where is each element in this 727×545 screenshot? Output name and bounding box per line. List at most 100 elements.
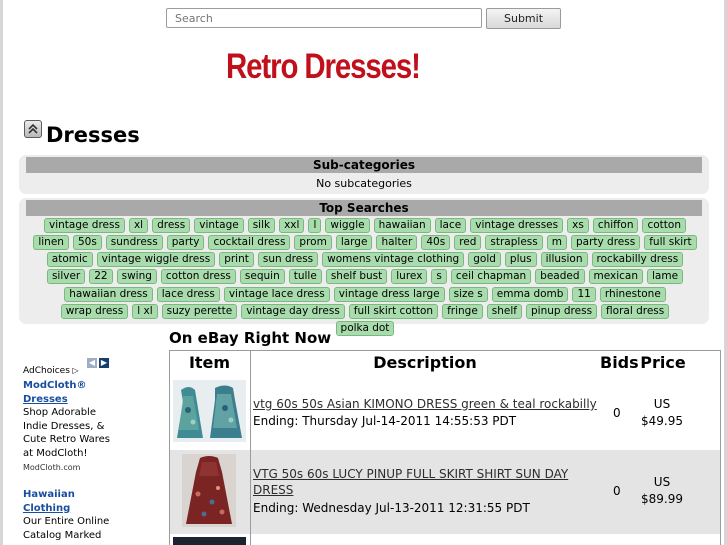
ebay-heading: On eBay Right Now [169, 329, 332, 347]
item-bids: 0 [613, 406, 621, 420]
search-tag[interactable]: linen [33, 234, 69, 250]
search-tag[interactable]: fringe [442, 303, 483, 319]
search-tag[interactable]: cotton [642, 217, 686, 233]
search-tag[interactable]: beaded [535, 269, 585, 285]
search-tag[interactable]: plus [504, 252, 537, 268]
price-value: $49.95 [641, 414, 683, 428]
search-tag[interactable]: ceil chapman [450, 269, 532, 285]
search-tag[interactable]: wrap dress [60, 303, 129, 319]
ad-title-link[interactable]: Clothing [23, 502, 143, 516]
search-tag[interactable]: polka dot [335, 321, 395, 337]
search-tag[interactable]: rockabilly dress [591, 252, 684, 268]
search-tag[interactable]: halter [376, 234, 418, 250]
search-tag[interactable]: party [166, 234, 205, 250]
ad-prev-arrow-icon[interactable]: ◀ [87, 358, 97, 368]
search-tag[interactable]: hawaiian [373, 217, 431, 233]
search-tag[interactable]: vintage [194, 217, 244, 233]
search-tag[interactable]: m [546, 234, 567, 250]
search-tag[interactable]: swing [116, 269, 157, 285]
search-tag[interactable]: floral dress [601, 303, 670, 319]
item-thumbnail[interactable] [173, 537, 246, 545]
search-tag[interactable]: sundress [105, 234, 163, 250]
ad-title-line1[interactable]: ModCloth® [23, 379, 143, 393]
search-tag[interactable]: emma domb [491, 286, 569, 302]
column-header-item: Item [188, 353, 231, 372]
search-tag[interactable]: dress [152, 217, 191, 233]
search-tag[interactable]: pinup dress [526, 303, 598, 319]
search-tag[interactable]: rhinestone [599, 286, 666, 302]
search-tag[interactable]: l [308, 217, 322, 233]
search-tag[interactable]: lame [647, 269, 684, 285]
search-tag[interactable]: mexican [588, 269, 644, 285]
search-tag[interactable]: xl [128, 217, 149, 233]
search-tag[interactable]: cotton dress [160, 269, 236, 285]
item-title-link[interactable]: vtg 60s 50s Asian KIMONO DRESS green & t… [253, 396, 597, 412]
search-tag[interactable]: s [431, 269, 447, 285]
search-tag[interactable]: 22 [89, 269, 113, 285]
item-price: US $49.95 [634, 396, 690, 430]
search-tag[interactable]: chiffon [592, 217, 639, 233]
search-tag[interactable]: atomic [46, 252, 93, 268]
search-tag[interactable]: vintage lace dress [223, 286, 330, 302]
search-tag[interactable]: vintage wiggle dress [96, 252, 216, 268]
search-tag[interactable]: vintage dresses [470, 217, 564, 233]
search-input[interactable] [166, 8, 482, 28]
search-tag[interactable]: 50s [72, 234, 102, 250]
ad-title-link[interactable]: Dresses [23, 393, 143, 407]
search-tag[interactable]: cocktail dress [208, 234, 291, 250]
table-border [250, 350, 251, 545]
search-tag[interactable]: suzy perette [161, 303, 238, 319]
search-tag[interactable]: lurex [391, 269, 428, 285]
search-tag[interactable]: silver [46, 269, 86, 285]
search-tag[interactable]: xs [567, 217, 589, 233]
search-tag[interactable]: womens vintage clothing [322, 252, 465, 268]
collapse-icon[interactable] [24, 120, 42, 138]
search-tag[interactable]: shelf [486, 303, 522, 319]
search-tag[interactable]: illusion [540, 252, 588, 268]
ad-next-arrow-icon[interactable]: ▶ [99, 358, 109, 368]
search-tag[interactable]: print [219, 252, 254, 268]
search-tag[interactable]: red [454, 234, 482, 250]
tag-cloud: vintage dress xl dress vintage silk xxl … [28, 217, 702, 338]
price-currency: US [653, 475, 671, 489]
item-bids: 0 [613, 484, 621, 498]
ad-text-line: Indie Dresses, & [23, 420, 105, 432]
site-title: Retro Dresses! [226, 47, 421, 86]
search-tag[interactable]: shelf bust [325, 269, 388, 285]
page-left-edge [0, 0, 3, 545]
adchoices-label[interactable]: AdChoices [23, 366, 70, 376]
search-tag[interactable]: tulle [288, 269, 322, 285]
search-tag[interactable]: sequin [239, 269, 285, 285]
search-tag[interactable]: xxl [279, 217, 305, 233]
search-tag[interactable]: prom [294, 234, 332, 250]
search-tag[interactable]: vintage dress [43, 217, 125, 233]
search-tag[interactable]: hawaiian dress [64, 286, 153, 302]
search-tag[interactable]: sun dress [257, 252, 319, 268]
submit-button[interactable]: Submit [486, 8, 561, 29]
item-title-link[interactable]: VTG 50s 60s LUCY PINUP FULL SKIRT SHIRT … [253, 466, 603, 498]
search-tag[interactable]: full skirt [644, 234, 697, 250]
search-tag[interactable]: 40s [421, 234, 451, 250]
subcategories-panel: Sub-categories No subcategories [19, 155, 709, 194]
search-tag[interactable]: strapless [485, 234, 543, 250]
ad-title-line1[interactable]: Hawaiian [23, 488, 143, 502]
ad-url[interactable]: ModCloth.com [23, 461, 143, 475]
search-tag[interactable]: wiggle [325, 217, 370, 233]
search-tag[interactable]: party dress [570, 234, 641, 250]
search-tag[interactable]: full skirt cotton [348, 303, 439, 319]
search-tag[interactable]: 11 [572, 286, 596, 302]
search-tag[interactable]: large [335, 234, 373, 250]
ad-item: Hawaiian Clothing Our Entire Online Cata… [23, 488, 143, 542]
search-tag[interactable]: vintage day dress [241, 303, 345, 319]
adchoices-icon[interactable]: ▷ [70, 366, 78, 375]
search-tag[interactable]: gold [468, 252, 501, 268]
search-tag[interactable]: silk [247, 217, 276, 233]
search-tag[interactable]: size s [448, 286, 488, 302]
search-tag[interactable]: l xl [132, 303, 158, 319]
search-tag[interactable]: lace [434, 217, 467, 233]
item-thumbnail[interactable] [173, 380, 246, 442]
search-tag[interactable]: vintage dress large [333, 286, 445, 302]
item-thumbnail[interactable] [182, 454, 236, 527]
table-row: VTG 50s 60s LUCY PINUP FULL SKIRT SHIRT … [169, 450, 720, 534]
search-tag[interactable]: lace dress [156, 286, 220, 302]
